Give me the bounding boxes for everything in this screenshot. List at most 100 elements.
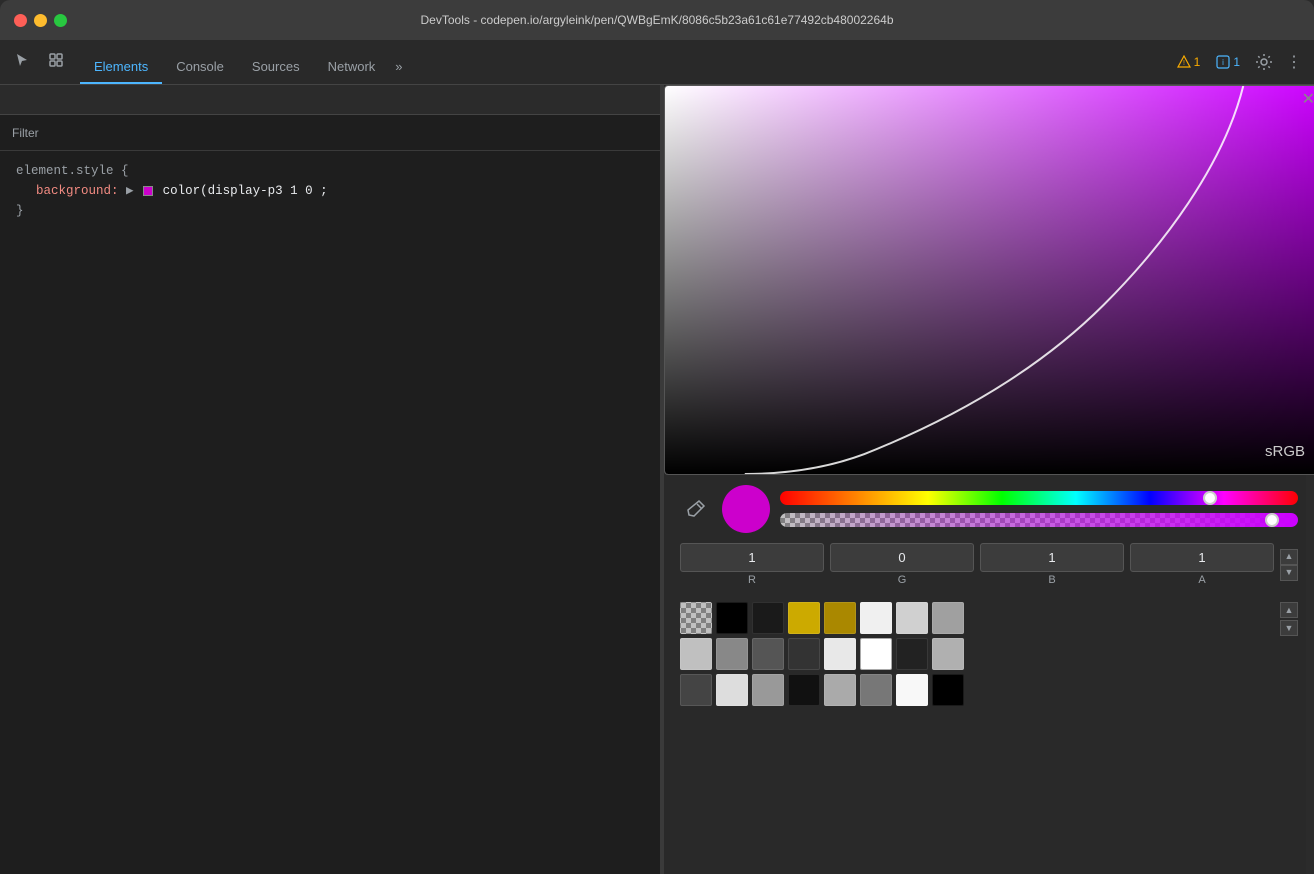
srgb-label: sRGB: [1265, 443, 1305, 460]
more-options-icon[interactable]: ⋮: [1282, 48, 1306, 76]
traffic-lights: [14, 14, 67, 27]
swatch-mid-4[interactable]: [824, 674, 856, 706]
swatch-dark-5[interactable]: [860, 674, 892, 706]
swatches-row-2: [680, 638, 1276, 670]
color-picker-controls: R G B A ▲ ▼: [664, 475, 1314, 724]
window-title: DevTools - codepen.io/argyleink/pen/QWBg…: [421, 13, 894, 27]
swatches-container: [680, 602, 1276, 706]
color-picker-close-btn[interactable]: ✕: [1302, 92, 1314, 108]
swatches-stepper-up[interactable]: ▲: [1280, 602, 1298, 618]
inspect-icon-btn[interactable]: [42, 46, 70, 74]
tabs-right-controls: ! 1 i 1 ⋮: [1171, 48, 1306, 84]
swatches-stepper-down[interactable]: ▼: [1280, 620, 1298, 636]
swatch-light-4[interactable]: [716, 674, 748, 706]
rgba-stepper-up[interactable]: ▲: [1280, 549, 1298, 565]
color-picker-overlay: sRGB ✕: [664, 85, 1314, 475]
rgba-input-a[interactable]: [1130, 543, 1274, 572]
rgba-stepper-down[interactable]: ▼: [1280, 565, 1298, 581]
fullscreen-traffic-light[interactable]: [54, 14, 67, 27]
rgba-input-b[interactable]: [980, 543, 1124, 572]
swatch-near-white[interactable]: [824, 638, 856, 670]
rgba-label-g: G: [898, 574, 907, 586]
swatch-mid-1[interactable]: [932, 602, 964, 634]
swatch-near-black[interactable]: [788, 674, 820, 706]
tab-network[interactable]: Network: [314, 51, 390, 84]
minimize-traffic-light[interactable]: [34, 14, 47, 27]
tab-elements[interactable]: Elements: [80, 51, 162, 84]
swatch-light-2[interactable]: [896, 602, 928, 634]
css-expand-arrow[interactable]: ▶: [126, 184, 141, 198]
color-preview-circle: [722, 485, 770, 533]
rgba-field-g: G: [830, 543, 974, 586]
info-badge[interactable]: i 1: [1210, 53, 1246, 71]
swatch-black-1[interactable]: [716, 602, 748, 634]
filter-label: Filter: [12, 126, 39, 140]
hue-slider[interactable]: [780, 491, 1298, 505]
swatch-light-1[interactable]: [860, 602, 892, 634]
alpha-slider[interactable]: [780, 513, 1298, 527]
swatches-stepper: ▲ ▼: [1280, 602, 1298, 636]
swatch-dark-1[interactable]: [752, 602, 784, 634]
swatch-dark-2[interactable]: [752, 638, 784, 670]
gamut-curve-svg: [665, 86, 1314, 474]
css-semicolon: ;: [320, 184, 328, 198]
hue-thumb[interactable]: [1203, 491, 1217, 505]
tab-console[interactable]: Console: [162, 51, 238, 84]
css-selector-line: element.style {: [16, 161, 644, 181]
main-content: Filter element.style { background: ▶ col…: [0, 85, 1314, 874]
hue-slider-container: [780, 491, 1298, 505]
swatch-transparent[interactable]: [680, 602, 712, 634]
gradient-canvas[interactable]: sRGB: [665, 86, 1314, 474]
tab-icon-group: [8, 46, 70, 84]
sliders-area: [780, 491, 1298, 527]
title-bar: DevTools - codepen.io/argyleink/pen/QWBg…: [0, 0, 1314, 40]
picker-controls-row: [680, 485, 1298, 533]
swatch-mid-3[interactable]: [752, 674, 784, 706]
rgba-field-a: A: [1130, 543, 1274, 586]
swatch-mid-2[interactable]: [716, 638, 748, 670]
filter-bar: Filter: [0, 115, 660, 151]
css-close-brace-line: }: [16, 201, 644, 221]
tab-sources[interactable]: Sources: [238, 51, 314, 84]
swatch-dark-4[interactable]: [680, 674, 712, 706]
rgba-stepper: ▲ ▼: [1280, 549, 1298, 581]
alpha-slider-container: [780, 513, 1298, 527]
swatch-white-outline[interactable]: [860, 638, 892, 670]
devtools-tabs-bar: Elements Console Sources Network » ! 1 i…: [0, 40, 1314, 85]
alpha-thumb[interactable]: [1265, 513, 1279, 527]
rgba-label-b: B: [1048, 574, 1055, 586]
css-editor: element.style { background: ▶ color(disp…: [0, 151, 660, 874]
swatch-very-dark[interactable]: [896, 638, 928, 670]
eyedropper-btn[interactable]: [680, 493, 712, 525]
swatch-near-white-2[interactable]: [896, 674, 928, 706]
rgba-input-g[interactable]: [830, 543, 974, 572]
warning-badge[interactable]: ! 1: [1171, 53, 1207, 71]
svg-text:!: !: [1183, 60, 1185, 67]
swatch-light-3[interactable]: [680, 638, 712, 670]
css-selector: element.style {: [16, 164, 129, 178]
css-close-brace: }: [16, 204, 24, 218]
swatches-row-1: [680, 602, 1276, 634]
swatch-black-2[interactable]: [932, 674, 964, 706]
cursor-icon-btn[interactable]: [8, 46, 36, 74]
rgba-label-a: A: [1198, 574, 1205, 586]
swatch-gold-1[interactable]: [788, 602, 820, 634]
right-panel: sRGB ✕: [664, 85, 1314, 874]
breadcrumb-bar: [0, 85, 660, 115]
svg-text:i: i: [1222, 58, 1224, 67]
rgba-field-r: R: [680, 543, 824, 586]
settings-gear-icon[interactable]: [1250, 48, 1278, 76]
css-property: background:: [36, 184, 119, 198]
rgba-label-r: R: [748, 574, 756, 586]
swatches-section: ▲ ▼: [680, 594, 1298, 714]
close-traffic-light[interactable]: [14, 14, 27, 27]
swatch-gold-2[interactable]: [824, 602, 856, 634]
swatch-mid-light[interactable]: [932, 638, 964, 670]
swatch-dark-3[interactable]: [788, 638, 820, 670]
css-property-line: background: ▶ color(display-p3 1 0 ;: [16, 181, 644, 201]
css-color-swatch[interactable]: [143, 186, 153, 196]
tab-more-btn[interactable]: »: [389, 51, 408, 84]
swatches-row-3: [680, 674, 1276, 706]
left-panel: Filter element.style { background: ▶ col…: [0, 85, 660, 874]
rgba-input-r[interactable]: [680, 543, 824, 572]
